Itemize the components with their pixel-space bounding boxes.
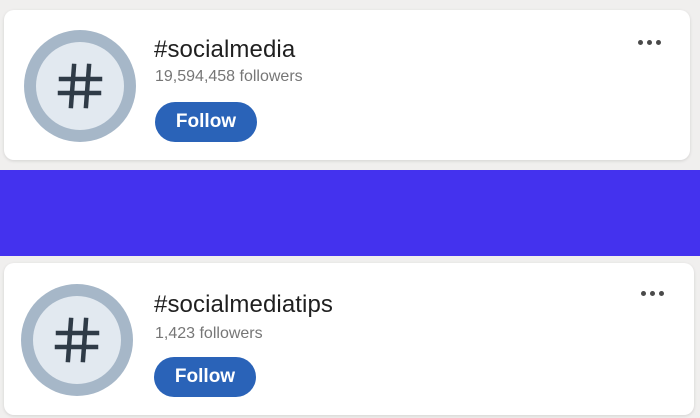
hashtag-name[interactable]: #socialmediatips — [154, 291, 333, 319]
hashtag-name[interactable]: #socialmedia — [154, 36, 295, 64]
follower-count: 19,594,458 followers — [155, 68, 303, 85]
hashtag-card: #socialmedia 19,594,458 followers Follow — [4, 10, 690, 160]
follower-count: 1,423 followers — [155, 325, 263, 342]
more-options-icon[interactable] — [632, 32, 666, 52]
hashtag-avatar — [24, 30, 136, 142]
follow-button[interactable]: Follow — [154, 357, 256, 397]
more-options-icon[interactable] — [635, 283, 669, 303]
follow-button[interactable]: Follow — [155, 102, 257, 142]
hashtag-icon — [54, 60, 106, 112]
hashtag-avatar — [21, 284, 133, 396]
hashtag-list: #socialmedia 19,594,458 followers Follow — [0, 0, 700, 418]
divider-band — [0, 170, 700, 256]
hashtag-icon — [51, 314, 103, 366]
hashtag-card: #socialmediatips 1,423 followers Follow — [4, 263, 694, 415]
